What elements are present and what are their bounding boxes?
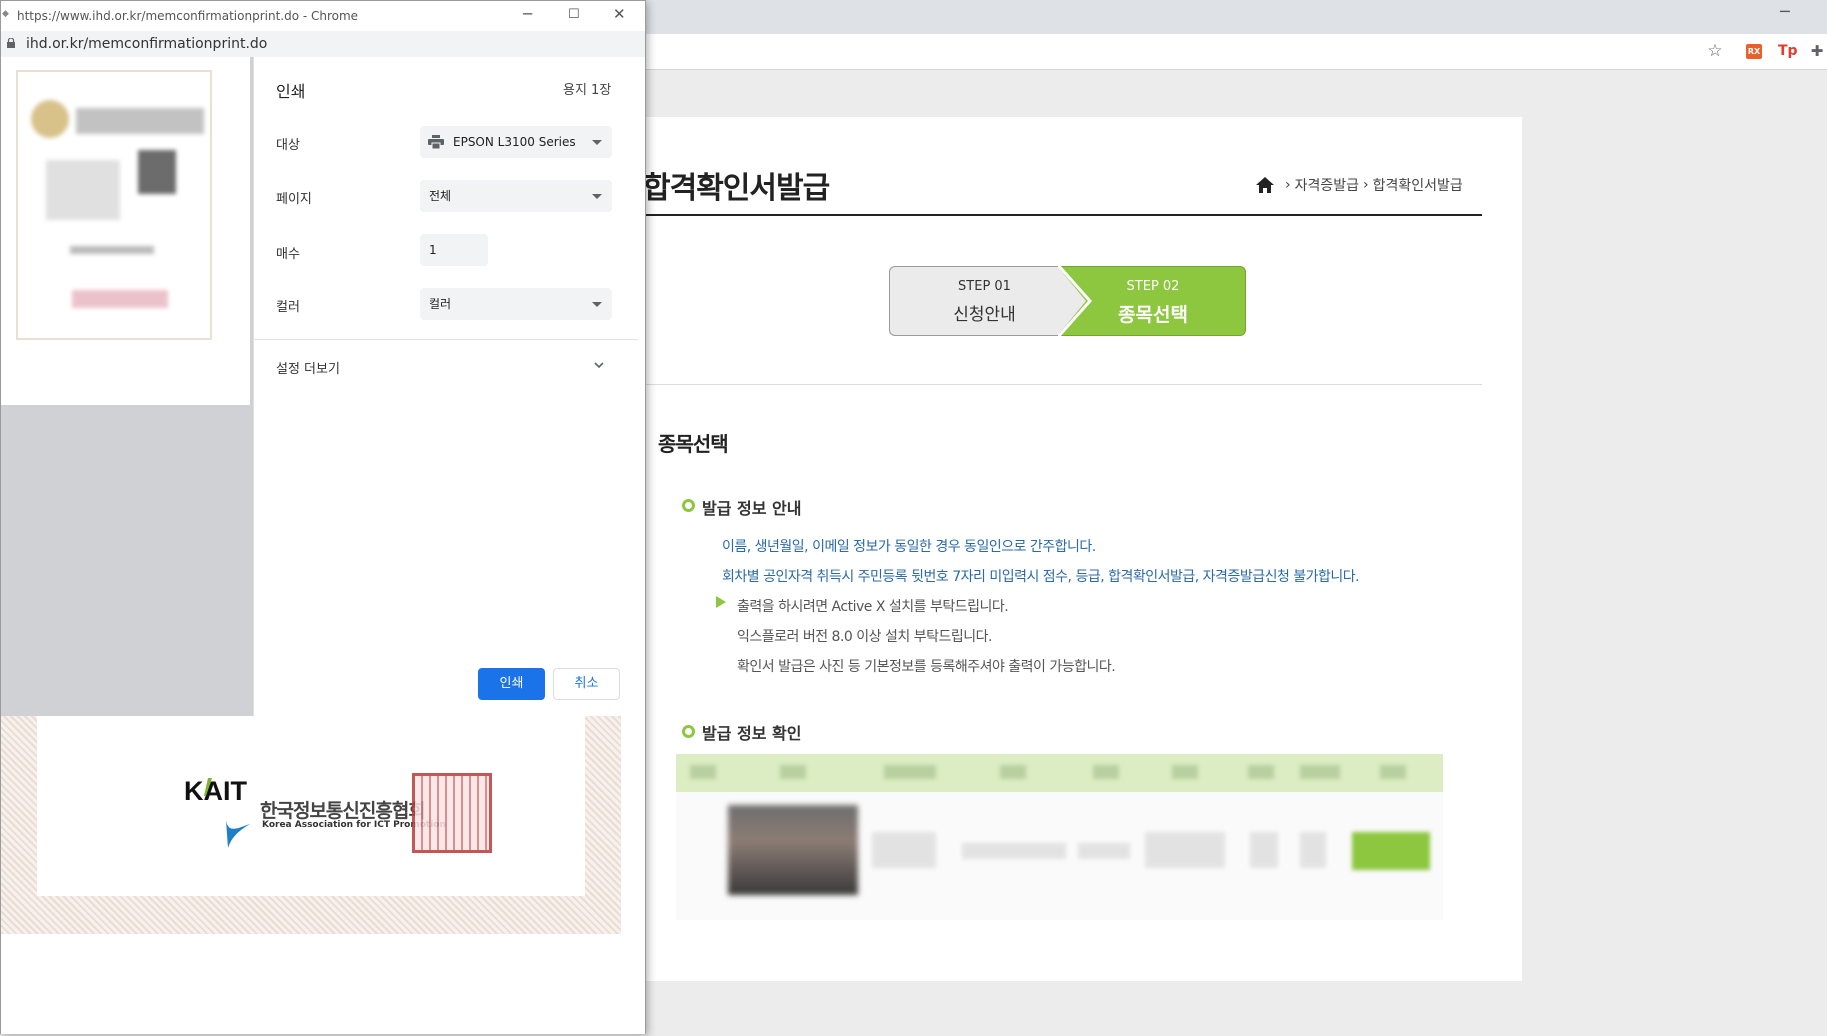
blurred-cell	[1250, 832, 1278, 868]
blurred-header-cell	[884, 765, 936, 779]
blurred-header-cell	[1248, 765, 1274, 779]
lock-icon	[7, 38, 15, 48]
extension-rx-icon[interactable]: RX	[1746, 44, 1762, 59]
step-name: 신청안내	[953, 305, 1016, 325]
info-line: 이름, 생년월일, 이메일 정보가 동일한 경우 동일인으로 간주합니다.	[722, 539, 1096, 555]
issue-confirm-title: 발급 정보 확인	[702, 724, 802, 743]
step-arrow-icon	[1058, 265, 1092, 337]
blurred-cell	[1145, 832, 1225, 868]
blurred-header-cell	[780, 765, 806, 779]
blurred-photo	[728, 805, 858, 895]
destination-value: EPSON L3100 Series	[453, 135, 576, 149]
minimize-icon[interactable]: ─	[1780, 2, 1790, 21]
info-line: 익스플로러 버전 8.0 이상 설치 부탁드립니다.	[737, 629, 992, 645]
blurred-header-cell	[1300, 765, 1340, 779]
blurred-header-cell	[690, 765, 716, 779]
pages-label: 페이지	[276, 192, 312, 207]
pages-value: 전체	[429, 189, 452, 203]
blurred-cell	[1078, 843, 1130, 859]
step-1: STEP 01 신청안내	[889, 266, 1079, 336]
extensions-puzzle-icon[interactable]: ✚	[1808, 42, 1826, 60]
step-number: STEP 01	[958, 279, 1011, 294]
info-line: 출력을 하시려면 Active X 설치를 부탁드립니다.	[737, 599, 1009, 615]
preview-seal-blur	[72, 290, 168, 308]
breadcrumb-item[interactable]: 합격확인서발급	[1373, 175, 1463, 195]
preview-line-blur	[70, 246, 154, 254]
printer-icon	[428, 135, 444, 149]
sheet-count: 용지 1장	[563, 83, 612, 98]
copies-input[interactable]: 1	[420, 234, 488, 266]
title-divider	[640, 214, 1482, 216]
chevron-down-icon[interactable]	[594, 361, 604, 369]
breadcrumb-separator: ›	[1285, 177, 1291, 193]
blurred-header-cell	[1000, 765, 1026, 779]
bullet-ring-icon	[682, 499, 695, 512]
bullet-ring-icon	[682, 725, 695, 738]
red-seal-stamp	[412, 773, 492, 853]
blurred-header-cell	[1093, 765, 1119, 779]
maximize-icon[interactable]: ☐	[568, 7, 580, 22]
chevron-down-icon	[592, 194, 602, 199]
color-label: 컬러	[276, 300, 300, 315]
breadcrumb-separator: ›	[1363, 177, 1369, 193]
preview-text-blur	[46, 160, 120, 220]
site-favicon-icon: ◆	[2, 9, 9, 19]
breadcrumb: › 자격증발급 › 합격확인서발급	[1255, 175, 1463, 195]
triangle-bullet-icon	[716, 596, 726, 608]
preview-title-blur	[76, 108, 204, 134]
preview-photo-blur	[138, 150, 176, 194]
cancel-button[interactable]: 취소	[553, 668, 620, 700]
blurred-print-button[interactable]	[1352, 832, 1430, 870]
blurred-header-cell	[1172, 765, 1198, 779]
section-title: 종목선택	[658, 432, 729, 456]
breadcrumb-item[interactable]: 자격증발급	[1295, 175, 1359, 195]
blurred-cell	[1300, 832, 1326, 868]
destination-select[interactable]: EPSON L3100 Series	[420, 126, 612, 158]
preview-emblem	[31, 100, 69, 138]
print-button[interactable]: 인쇄	[478, 668, 545, 700]
chevron-down-icon	[592, 140, 602, 145]
color-value: 컬러	[429, 297, 452, 311]
bookmark-star-icon[interactable]: ☆	[1706, 42, 1724, 60]
destination-label: 대상	[276, 138, 300, 153]
pages-select[interactable]: 전체	[420, 180, 612, 212]
close-icon[interactable]: ✕	[613, 5, 626, 23]
popup-window-title: https://www.ihd.or.kr/memconfirmationpri…	[17, 9, 359, 23]
info-line: 회차별 공인자격 취득시 주민등록 뒷번호 7자리 미입력시 점수, 등급, 합…	[722, 569, 1360, 585]
page-title: 합격확인서발급	[643, 171, 830, 206]
blurred-header-cell	[1380, 765, 1406, 779]
settings-divider	[253, 339, 638, 340]
kait-logo-mark-icon	[204, 778, 212, 796]
blurred-cell	[872, 832, 936, 868]
info-line: 확인서 발급은 사진 등 기본정보를 등록해주셔야 출력이 가능합니다.	[737, 659, 1116, 675]
org-korean-name: 한국정보통신진흥협회	[260, 800, 426, 822]
popup-url[interactable]: ihd.or.kr/memconfirmationprint.do	[26, 36, 267, 52]
section-divider	[640, 384, 1482, 385]
minimize-icon[interactable]: ─	[523, 5, 532, 23]
more-settings-toggle[interactable]: 설정 더보기	[276, 358, 340, 377]
extension-tp-icon[interactable]: Tp	[1778, 42, 1798, 60]
copies-label: 매수	[276, 247, 300, 262]
kait-logo-swoosh-icon	[226, 820, 250, 848]
print-heading: 인쇄	[276, 82, 306, 101]
home-icon[interactable]	[1255, 176, 1275, 194]
chevron-down-icon	[592, 302, 602, 307]
blurred-cell	[962, 843, 1066, 859]
color-select[interactable]: 컬러	[420, 288, 612, 320]
issue-info-title: 발급 정보 안내	[702, 499, 802, 518]
